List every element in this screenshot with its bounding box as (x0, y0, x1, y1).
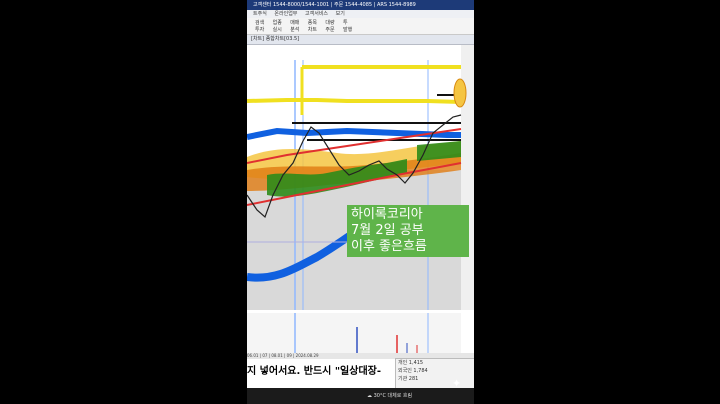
investor-row: 개인 1,415 (396, 359, 474, 367)
stock-chart-area[interactable] (247, 45, 474, 353)
caption-line-3: 이후 좋은흐름 (351, 239, 427, 254)
toolbar-button-4[interactable]: 종목 (308, 19, 324, 26)
weather-text[interactable]: 30°C 대체로 흐림 (374, 393, 413, 399)
menu-item-stocks[interactable]: 트주식 (253, 11, 267, 17)
weather-icon[interactable]: ☁ (367, 393, 372, 399)
windows-taskbar: ☁ 30°C 대체로 흐림 (247, 388, 474, 404)
investor-value: 281 (408, 376, 419, 382)
investor-row: 기관 281 (396, 375, 474, 383)
toolbar-button-12[interactable]: 발행 (343, 26, 359, 33)
investor-label: 개인 (398, 360, 408, 366)
time-axis-text: 06.01 | 07 | 08.01 | 09 | 2024.08.29 (247, 353, 319, 358)
investor-label: 외국인 (398, 368, 412, 374)
shorts-watermark: ✦ (452, 377, 462, 390)
menu-bar: 트주식 온라인업무 고객서비스 보기 (247, 10, 474, 18)
yellow-band-top (247, 98, 462, 104)
toolbar-button-5[interactable]: 대량 (325, 19, 341, 26)
toolbar-button-3[interactable]: 매매 (290, 19, 306, 26)
toolbar-button-7[interactable]: 투자 (255, 26, 271, 33)
toolbar-button-10[interactable]: 차트 (308, 26, 324, 33)
toolbar-button-8[interactable]: 실시 (273, 26, 289, 33)
investor-row: 외국인 1,784 (396, 367, 474, 375)
toolbar-button-9[interactable]: 분석 (290, 26, 306, 33)
trading-app-window: 고객센터 1544-8000/1544-1001 | 주문 1544-4085 … (247, 0, 474, 404)
title-bar: 고객센터 1544-8000/1544-1001 | 주문 1544-4085 … (247, 0, 474, 10)
menu-item-online[interactable]: 온라인업무 (274, 11, 297, 17)
subtitle-text: 지 넣어서요. 반드시 "일상대장- (247, 366, 382, 377)
title-bar-text: 고객센터 1544-8000/1544-1001 | 주문 1544-4085 … (253, 2, 416, 8)
volume-panel (247, 313, 461, 353)
menu-item-service[interactable]: 고객서비스 (305, 11, 328, 17)
toolbar-button-11[interactable]: 주문 (325, 26, 341, 33)
investor-value: 1,415 (408, 360, 424, 366)
toolbar-button-6[interactable]: 투 (343, 19, 359, 26)
toolbar-button-2[interactable]: 업종 (273, 19, 289, 26)
caption-line-2: 7월 2일 공부 (351, 223, 424, 238)
investor-value: 1,784 (413, 368, 428, 374)
investor-panel: 개인 1,415 외국인 1,784 기관 281 (395, 358, 474, 390)
menu-item-view[interactable]: 보기 (336, 11, 345, 17)
investor-label: 기관 (398, 376, 408, 382)
chart-tab-bar: [차트] 종합차트[03.5] (247, 35, 474, 45)
caption-line-1: 하이록코리아 (351, 207, 423, 222)
toolbar: 검색 업종 매매 종목 대량 투 투자 실시 분석 차트 주문 발행 (247, 18, 474, 35)
toolbar-button-1[interactable]: 검색 (255, 19, 271, 26)
highlight-ellipse (453, 78, 467, 108)
tab-chart[interactable]: [차트] 종합차트[03.5] (251, 36, 299, 42)
overlay-caption: 하이록코리아 7월 2일 공부 이후 좋은흐름 (347, 205, 469, 257)
